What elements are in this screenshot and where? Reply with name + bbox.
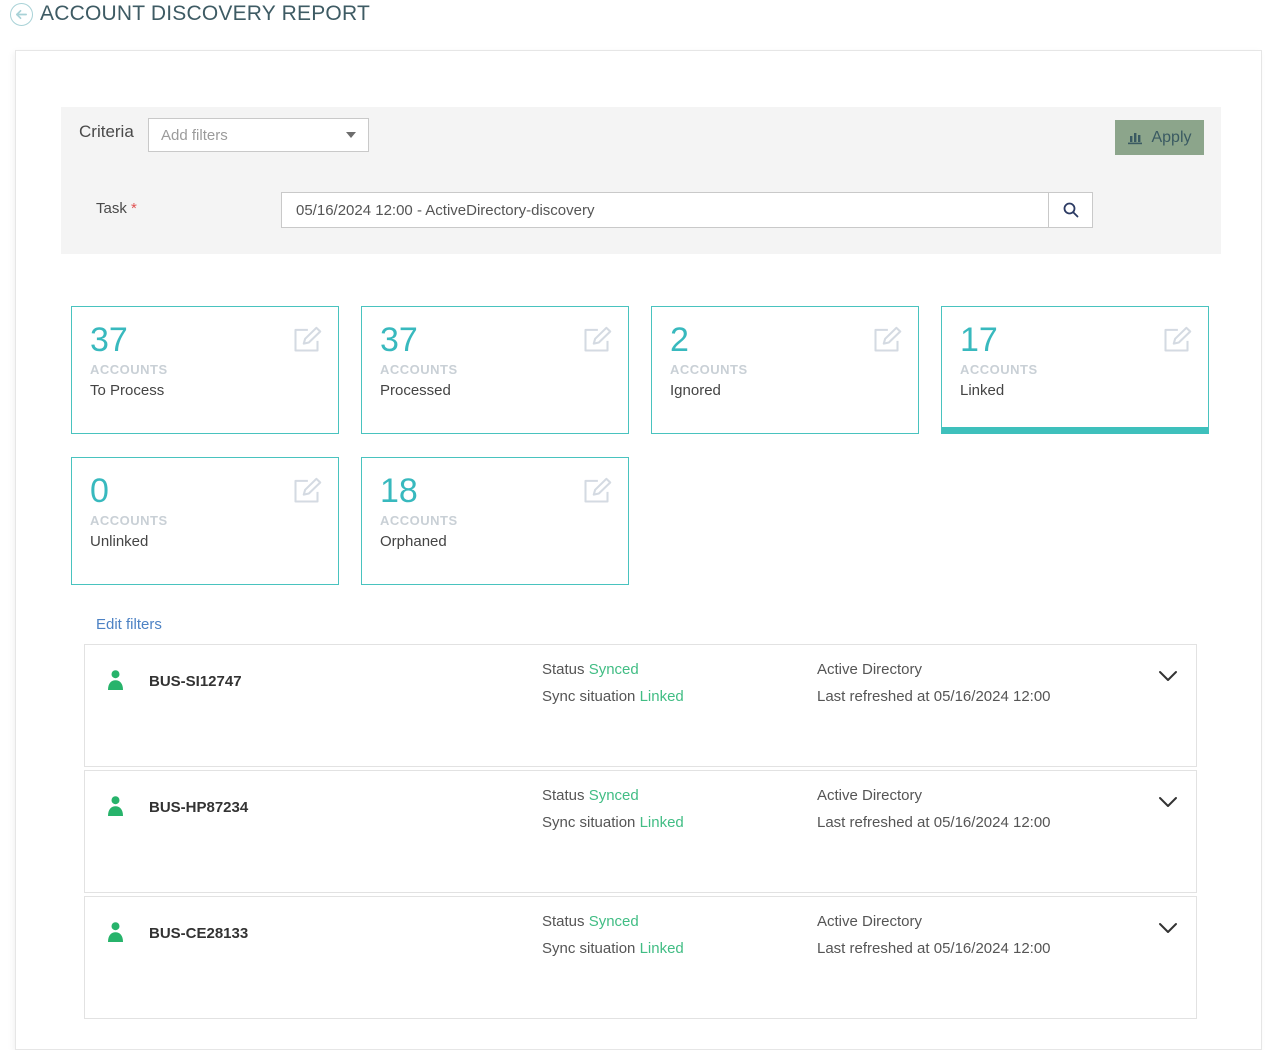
status-label: Status [542,787,585,804]
directory-name: Active Directory [817,782,1051,809]
stat-label: To Process [90,382,320,399]
stat-count: 17 [960,323,1190,359]
account-name: BUS-HP87234 [149,799,248,816]
stat-card-processed[interactable]: 37 ACCOUNTS Processed [361,306,629,434]
task-field [281,192,1093,228]
edit-icon[interactable] [290,323,323,356]
task-search-button[interactable] [1049,192,1093,228]
person-icon [107,922,124,947]
task-input[interactable] [281,192,1049,228]
criteria-section: Criteria Add filters Apply Task * [61,107,1221,254]
stat-label: Processed [380,382,610,399]
stat-unit: ACCOUNTS [90,513,320,528]
status-label: Status [542,913,585,930]
chevron-down-icon[interactable] [1158,921,1178,940]
chevron-down-icon[interactable] [1158,669,1178,688]
status-value: Synced [589,913,639,930]
stat-unit: ACCOUNTS [670,362,900,377]
edit-icon[interactable] [870,323,903,356]
chevron-down-icon [346,132,356,138]
stat-unit: ACCOUNTS [960,362,1190,377]
stat-card-to-process[interactable]: 37 ACCOUNTS To Process [71,306,339,434]
stat-unit: ACCOUNTS [380,513,610,528]
criteria-label: Criteria [79,122,134,142]
edit-icon[interactable] [580,323,613,356]
account-name: BUS-SI12747 [149,673,242,690]
stat-label: Linked [960,382,1190,399]
stat-count: 0 [90,474,320,510]
account-name: BUS-CE28133 [149,925,248,942]
magnifier-icon [1062,201,1080,219]
stat-card-linked[interactable]: 17 ACCOUNTS Linked [941,306,1209,434]
account-row[interactable]: BUS-SI12747 Status Synced Sync situation… [84,644,1197,767]
stat-card-ignored[interactable]: 2 ACCOUNTS Ignored [651,306,919,434]
stat-card-unlinked[interactable]: 0 ACCOUNTS Unlinked [71,457,339,585]
stat-label: Ignored [670,382,900,399]
status-value: Synced [589,661,639,678]
account-status-column: Status Synced Sync situation Linked [542,908,684,962]
sync-situation-value: Linked [640,688,684,705]
edit-icon[interactable] [580,474,613,507]
stat-cards: 37 ACCOUNTS To Process 37 ACCOUNTS Proce… [71,306,1211,585]
stat-count: 2 [670,323,900,359]
account-info-column: Active Directory Last refreshed at 05/16… [817,908,1051,962]
stat-count: 37 [380,323,610,359]
edit-icon[interactable] [1160,323,1193,356]
person-icon [107,796,124,821]
last-refreshed: Last refreshed at 05/16/2024 12:00 [817,935,1051,962]
task-label: Task * [96,200,137,217]
account-list: BUS-SI12747 Status Synced Sync situation… [84,644,1197,1022]
edit-filters-link[interactable]: Edit filters [96,616,162,633]
account-info-column: Active Directory Last refreshed at 05/16… [817,782,1051,836]
directory-name: Active Directory [817,656,1051,683]
stat-count: 18 [380,474,610,510]
account-status-column: Status Synced Sync situation Linked [542,782,684,836]
status-label: Status [542,661,585,678]
status-value: Synced [589,787,639,804]
page-header: ACCOUNT DISCOVERY REPORT [10,2,370,26]
account-row[interactable]: BUS-CE28133 Status Synced Sync situation… [84,896,1197,1019]
sync-situation-value: Linked [640,940,684,957]
chevron-down-icon[interactable] [1158,795,1178,814]
add-filters-placeholder: Add filters [161,127,346,144]
stat-card-orphaned[interactable]: 18 ACCOUNTS Orphaned [361,457,629,585]
bar-chart-icon [1127,130,1144,145]
stat-label: Unlinked [90,533,320,550]
stat-label: Orphaned [380,533,610,550]
content-panel: Criteria Add filters Apply Task * 37 ACC… [15,50,1262,1050]
last-refreshed: Last refreshed at 05/16/2024 12:00 [817,809,1051,836]
add-filters-select[interactable]: Add filters [148,118,369,152]
account-row[interactable]: BUS-HP87234 Status Synced Sync situation… [84,770,1197,893]
back-button[interactable] [10,3,33,26]
sync-situation-value: Linked [640,814,684,831]
last-refreshed: Last refreshed at 05/16/2024 12:00 [817,683,1051,710]
apply-label: Apply [1151,129,1191,147]
sync-situation-label: Sync situation [542,688,635,705]
person-icon [107,670,124,695]
sync-situation-label: Sync situation [542,940,635,957]
sync-situation-label: Sync situation [542,814,635,831]
account-info-column: Active Directory Last refreshed at 05/16… [817,656,1051,710]
page-title: ACCOUNT DISCOVERY REPORT [40,2,370,26]
directory-name: Active Directory [817,908,1051,935]
edit-icon[interactable] [290,474,323,507]
stat-unit: ACCOUNTS [90,362,320,377]
apply-button[interactable]: Apply [1115,120,1204,155]
stat-unit: ACCOUNTS [380,362,610,377]
stat-count: 37 [90,323,320,359]
account-status-column: Status Synced Sync situation Linked [542,656,684,710]
required-asterisk: * [131,200,137,217]
arrow-left-icon [15,8,28,21]
